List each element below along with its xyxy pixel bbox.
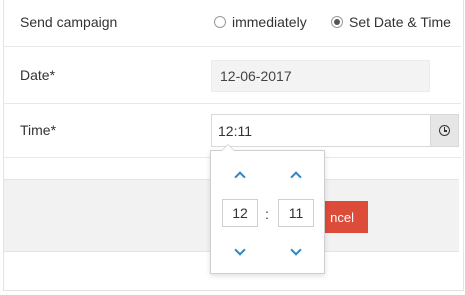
radio-immediately-label: immediately	[232, 14, 307, 30]
hour-increment-chevron-up-icon[interactable]	[233, 170, 247, 180]
time-separator: :	[265, 206, 269, 222]
date-field[interactable]: 12-06-2017	[211, 60, 430, 92]
time-field[interactable]: 12:11	[211, 114, 431, 147]
radio-immediately-circle[interactable]	[214, 16, 226, 28]
radio-set-date-time-circle[interactable]	[331, 16, 343, 28]
radio-set-date-time[interactable]: Set Date & Time	[331, 14, 451, 30]
send-campaign-label: Send campaign	[20, 14, 118, 30]
hour-decrement-chevron-down-icon[interactable]	[233, 247, 247, 257]
minute-increment-chevron-up-icon[interactable]	[289, 170, 303, 180]
minute-decrement-chevron-down-icon[interactable]	[289, 247, 303, 257]
radio-set-date-time-label: Set Date & Time	[349, 14, 451, 30]
radio-immediately[interactable]: immediately	[214, 14, 307, 30]
time-label: Time*	[20, 122, 57, 138]
minute-input[interactable]: 11	[278, 199, 314, 227]
clock-icon	[439, 125, 450, 136]
time-picker-dropdown: 12 : 11	[210, 144, 325, 274]
divider	[3, 103, 461, 104]
divider	[3, 46, 461, 47]
time-picker-toggle[interactable]	[430, 114, 459, 147]
hour-input[interactable]: 12	[222, 199, 258, 227]
date-label: Date*	[20, 67, 56, 83]
